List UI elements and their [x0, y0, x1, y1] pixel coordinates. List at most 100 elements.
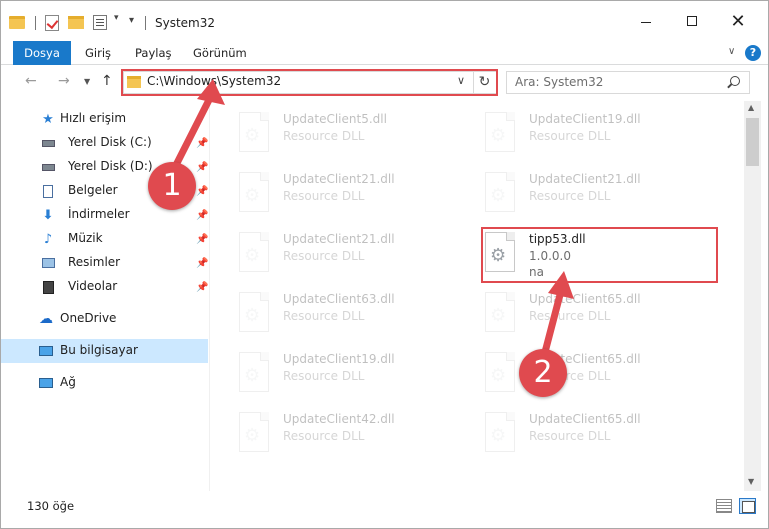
list-item[interactable]: ⚙ UpdateClient65.dll Resource DLL [457, 407, 687, 463]
video-icon [41, 280, 55, 294]
gear-icon: ⚙ [490, 425, 507, 446]
star-icon: ★ [42, 111, 54, 127]
sidebar-item-label: OneDrive [60, 311, 117, 325]
close-button[interactable]: ✕ [715, 1, 761, 41]
pin-icon[interactable]: 📌 [196, 186, 208, 197]
title-bar: ▾ ▾ System32 ✕ [1, 1, 768, 41]
dll-file-icon: ⚙ [485, 112, 515, 152]
pin-icon[interactable]: 📌 [196, 162, 208, 173]
gear-icon: ⚙ [490, 305, 507, 326]
back-arrow-icon[interactable]: ← [25, 73, 37, 89]
gear-icon: ⚙ [244, 305, 261, 326]
step-1-badge: 1 [148, 162, 196, 210]
dll-file-icon: ⚙ [239, 112, 269, 152]
sidebar-item-music[interactable]: ♪ Müzik 📌 [1, 227, 209, 251]
new-folder-icon[interactable] [68, 16, 84, 29]
large-icons-view-icon[interactable] [739, 498, 756, 514]
sidebar-item-label: İndirmeler [68, 207, 130, 221]
forward-arrow-icon[interactable]: → [58, 73, 70, 89]
scroll-down-icon[interactable]: ▼ [748, 477, 754, 486]
dll-file-icon: ⚙ [485, 352, 515, 392]
window-title: System32 [155, 16, 216, 30]
file-name: UpdateClient21.dll [283, 232, 395, 246]
tab-paylas[interactable]: Paylaş [125, 41, 182, 65]
pin-icon[interactable]: 📌 [196, 282, 208, 293]
help-icon[interactable]: ? [745, 45, 761, 61]
list-item[interactable]: ⚙ UpdateClient65.dll Resource DLL [457, 287, 687, 343]
file-name: UpdateClient19.dll [529, 112, 641, 126]
file-name: UpdateClient63.dll [283, 292, 395, 306]
drive-icon [41, 136, 55, 150]
file-type: Resource DLL [529, 309, 611, 323]
scroll-thumb[interactable] [746, 118, 759, 166]
list-item[interactable]: ⚙ UpdateClient21.dll Resource DLL [211, 167, 441, 223]
file-type: Resource DLL [529, 129, 611, 143]
recent-locations-icon[interactable]: ▼ [84, 77, 90, 86]
sidebar-item-label: Resimler [68, 255, 121, 269]
properties-check-icon[interactable] [45, 15, 59, 31]
list-item[interactable]: ⚙ UpdateClient65.dll Resource DLL [457, 347, 687, 403]
sidebar-item-label: Hızlı erişim [60, 111, 127, 125]
sidebar-item-label: Yerel Disk (C:) [68, 135, 152, 149]
list-item[interactable]: ⚙ UpdateClient63.dll Resource DLL [211, 287, 441, 343]
pin-icon[interactable]: 📌 [196, 234, 208, 245]
maximize-icon [687, 16, 697, 26]
status-bar: 130 öğe [1, 491, 768, 528]
list-item[interactable]: ⚙ UpdateClient42.dll Resource DLL [211, 407, 441, 463]
toolbar-divider [35, 16, 36, 30]
list-item[interactable]: ⚙ UpdateClient21.dll Resource DLL [457, 167, 687, 223]
file-name: UpdateClient21.dll [529, 172, 641, 186]
list-item[interactable]: ⚙ UpdateClient5.dll Resource DLL [211, 107, 441, 163]
cloud-icon: ☁ [39, 311, 53, 327]
file-type: Resource DLL [529, 189, 611, 203]
dll-file-icon: ⚙ [485, 172, 515, 212]
sidebar-item-quick-access[interactable]: ★ Hızlı erişim [1, 107, 208, 131]
picture-icon [41, 256, 55, 270]
sidebar-item-pictures[interactable]: Resimler 📌 [1, 251, 208, 275]
sidebar-item-onedrive[interactable]: ☁ OneDrive [1, 307, 208, 331]
minimize-button[interactable] [623, 1, 669, 41]
up-arrow-icon[interactable]: ↑ [101, 73, 113, 89]
network-icon [39, 376, 53, 390]
list-item[interactable]: ⚙ UpdateClient19.dll Resource DLL [457, 107, 687, 163]
navigation-pane: ★ Hızlı erişim Yerel Disk (C:) 📌 Yerel D… [1, 101, 210, 491]
properties-icon[interactable] [93, 15, 107, 30]
file-type: Resource DLL [283, 369, 365, 383]
folder-icon [9, 16, 25, 29]
dll-file-icon: ⚙ [239, 352, 269, 392]
tab-giris[interactable]: Giriş [75, 41, 121, 65]
tab-dosya[interactable]: Dosya [13, 41, 71, 65]
tab-gorunum[interactable]: Görünüm [183, 41, 257, 65]
gear-icon: ⚙ [244, 365, 261, 386]
file-type: Resource DLL [283, 189, 365, 203]
search-icon[interactable] [730, 76, 740, 86]
maximize-button[interactable] [669, 1, 715, 41]
chevron-down-icon[interactable]: ▾ [114, 13, 119, 23]
sidebar-item-label: Bu bilgisayar [60, 343, 138, 357]
document-icon [41, 184, 55, 198]
gear-icon: ⚙ [490, 125, 507, 146]
sidebar-item-label: Videolar [68, 279, 118, 293]
ribbon-tabs: Dosya Giriş Paylaş Görünüm ∨ ? [1, 41, 768, 65]
file-type: Resource DLL [283, 129, 365, 143]
list-item[interactable]: ⚙ UpdateClient21.dll Resource DLL [211, 227, 441, 283]
scroll-up-icon[interactable]: ▲ [748, 103, 754, 112]
explorer-window: ▾ ▾ System32 ✕ Dosya Giriş Paylaş Görünü… [0, 0, 769, 529]
dll-file-icon: ⚙ [485, 412, 515, 452]
drive-icon [41, 160, 55, 174]
gear-icon: ⚙ [244, 245, 261, 266]
expand-ribbon-icon[interactable]: ∨ [728, 46, 735, 57]
list-item[interactable]: ⚙ UpdateClient19.dll Resource DLL [211, 347, 441, 403]
pin-icon[interactable]: 📌 [196, 138, 208, 149]
details-view-icon[interactable] [716, 499, 732, 513]
pin-icon[interactable]: 📌 [196, 210, 208, 221]
sidebar-item-videos[interactable]: Videolar 📌 [1, 275, 208, 299]
sidebar-item-disk-c[interactable]: Yerel Disk (C:) 📌 [1, 131, 208, 155]
pin-icon[interactable]: 📌 [196, 258, 208, 269]
vertical-scrollbar[interactable]: ▲ ▼ [744, 101, 761, 491]
customize-toolbar-icon[interactable]: ▾ [129, 15, 134, 26]
file-name: UpdateClient21.dll [283, 172, 395, 186]
sidebar-item-this-pc[interactable]: Bu bilgisayar [1, 339, 208, 363]
music-icon: ♪ [43, 231, 53, 247]
sidebar-item-network[interactable]: Ağ [1, 371, 208, 395]
